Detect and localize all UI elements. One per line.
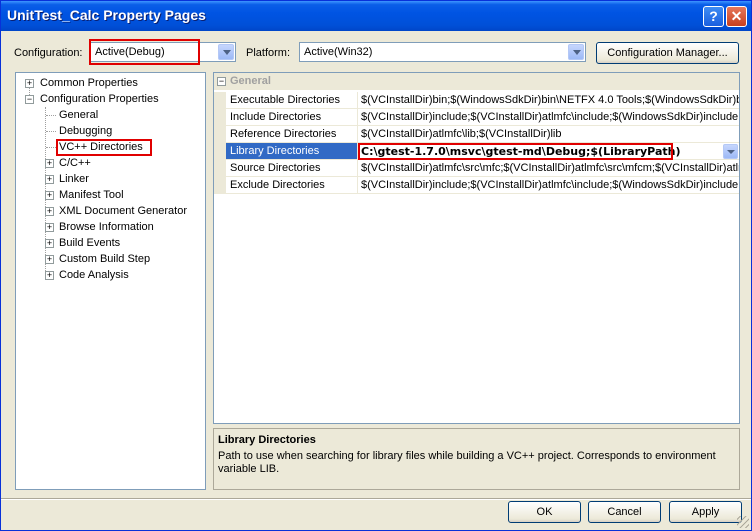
property-name: Executable Directories (230, 94, 341, 106)
description-pane: Library Directories Path to use when sea… (213, 428, 740, 490)
expand-icon[interactable]: + (45, 239, 54, 248)
row-gutter (214, 143, 226, 160)
tree-item-code-analysis[interactable]: Code Analysis (59, 267, 129, 283)
row-gutter (214, 109, 226, 126)
tree-line (46, 131, 56, 132)
platform-label: Platform: (246, 47, 291, 59)
grid-category-general[interactable]: − General (214, 73, 739, 90)
category-label: General (230, 75, 271, 87)
divider (1, 498, 751, 500)
tree-item-manifest-tool[interactable]: Manifest Tool (59, 187, 124, 203)
expand-icon[interactable]: + (45, 191, 54, 200)
tree-item-browse-information[interactable]: Browse Information (59, 219, 154, 235)
property-name: Exclude Directories (230, 179, 325, 191)
cancel-button[interactable]: Cancel (588, 501, 661, 523)
grid-row-include-directories[interactable]: Include Directories $(VCInstallDir)inclu… (214, 109, 739, 126)
configuration-value: Active(Debug) (95, 46, 165, 58)
property-value[interactable]: $(VCInstallDir)atlmfc\src\mfc;$(VCInstal… (361, 162, 739, 174)
help-icon[interactable]: ? (703, 6, 724, 27)
column-divider[interactable] (357, 160, 358, 177)
property-pages-dialog: UnitTest_Calc Property Pages ? ✕ Configu… (0, 0, 752, 531)
property-name: Source Directories (230, 162, 321, 174)
apply-button[interactable]: Apply (669, 501, 742, 523)
grid-row-executable-directories[interactable]: Executable Directories $(VCInstallDir)bi… (214, 92, 739, 109)
expand-icon[interactable]: + (25, 79, 34, 88)
property-grid[interactable]: − General Executable Directories $(VCIns… (213, 72, 740, 424)
property-tree[interactable]: + Common Properties − Configuration Prop… (15, 72, 206, 490)
property-value[interactable]: $(VCInstallDir)bin;$(WindowsSdkDir)bin\N… (361, 94, 739, 106)
tree-item-vc-directories[interactable]: VC++ Directories (59, 139, 143, 155)
title-bar[interactable]: UnitTest_Calc Property Pages ? ✕ (1, 1, 751, 31)
expand-icon[interactable]: + (45, 223, 54, 232)
description-text: Path to use when searching for library f… (218, 450, 716, 475)
collapse-icon[interactable]: − (217, 77, 226, 86)
property-value[interactable]: $(VCInstallDir)include;$(VCInstallDir)at… (361, 179, 739, 191)
tree-item-general[interactable]: General (59, 107, 98, 123)
expand-icon[interactable]: + (45, 159, 54, 168)
property-value[interactable]: $(VCInstallDir)atlmfc\lib;$(VCInstallDir… (361, 128, 739, 140)
grid-row-exclude-directories[interactable]: Exclude Directories $(VCInstallDir)inclu… (214, 177, 739, 194)
configuration-label: Configuration: (14, 47, 83, 59)
expand-icon[interactable]: + (45, 271, 54, 280)
tree-line (46, 147, 56, 148)
library-directories-value[interactable]: C:\gtest-1.7.0\msvc\gtest-md\Debug;$(Lib… (361, 145, 739, 158)
grid-row-library-directories[interactable]: Library Directories C:\gtest-1.7.0\msvc\… (214, 143, 739, 160)
tree-item-debugging[interactable]: Debugging (59, 123, 112, 139)
row-gutter (214, 126, 226, 143)
column-divider[interactable] (357, 143, 358, 160)
chevron-down-icon[interactable] (218, 44, 234, 60)
collapse-icon[interactable]: − (25, 95, 34, 104)
column-divider[interactable] (357, 109, 358, 126)
column-divider[interactable] (357, 177, 358, 194)
platform-value: Active(Win32) (304, 46, 373, 58)
expand-icon[interactable]: + (45, 255, 54, 264)
grid-row-source-directories[interactable]: Source Directories $(VCInstallDir)atlmfc… (214, 160, 739, 177)
ok-button[interactable]: OK (508, 501, 581, 523)
chevron-down-icon[interactable] (568, 44, 584, 60)
property-value[interactable]: $(VCInstallDir)include;$(VCInstallDir)at… (361, 111, 739, 123)
row-gutter (214, 177, 226, 194)
resize-grip-icon[interactable] (737, 516, 749, 528)
property-name: Include Directories (230, 111, 322, 123)
expand-icon[interactable]: + (45, 175, 54, 184)
tree-item-build-events[interactable]: Build Events (59, 235, 120, 251)
tree-line (46, 115, 56, 116)
property-name: Library Directories (230, 145, 320, 157)
row-gutter (214, 160, 226, 177)
platform-dropdown[interactable]: Active(Win32) (299, 42, 586, 62)
expand-icon[interactable]: + (45, 207, 54, 216)
tree-item-cpp[interactable]: C/C++ (59, 155, 91, 171)
column-divider[interactable] (357, 92, 358, 109)
tree-item-custom-build-step[interactable]: Custom Build Step (59, 251, 150, 267)
window-title: UnitTest_Calc Property Pages (7, 7, 206, 23)
description-title: Library Directories (218, 434, 316, 446)
tree-item-configuration-properties[interactable]: Configuration Properties (40, 91, 159, 107)
property-name: Reference Directories (230, 128, 337, 140)
column-divider[interactable] (357, 126, 358, 143)
tree-item-linker[interactable]: Linker (59, 171, 89, 187)
tree-item-xml-document-generator[interactable]: XML Document Generator (59, 203, 187, 219)
configuration-manager-button[interactable]: Configuration Manager... (596, 42, 739, 64)
grid-row-reference-directories[interactable]: Reference Directories $(VCInstallDir)atl… (214, 126, 739, 143)
chevron-down-icon[interactable] (723, 144, 738, 159)
configuration-dropdown[interactable]: Active(Debug) (90, 42, 236, 62)
row-gutter (214, 92, 226, 109)
tree-item-common-properties[interactable]: Common Properties (40, 75, 138, 91)
close-icon[interactable]: ✕ (726, 6, 747, 27)
